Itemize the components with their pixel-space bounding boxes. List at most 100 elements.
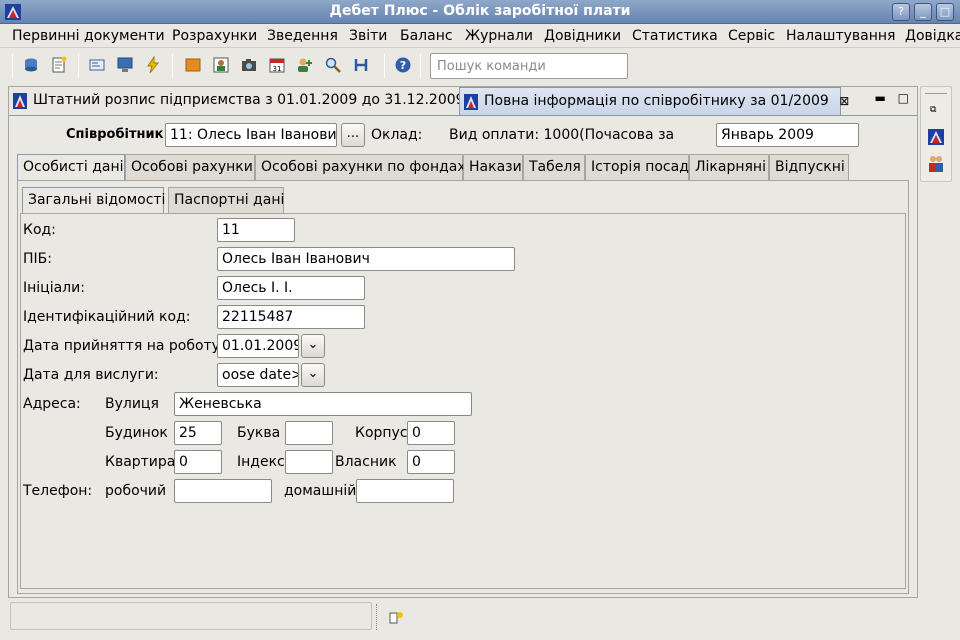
fast-view-icon[interactable] <box>388 610 404 626</box>
owner-field[interactable]: 0 <box>407 450 455 474</box>
street-field[interactable]: Женевська <box>174 392 472 416</box>
street-label: Вулиця <box>105 396 159 412</box>
service-date-dropdown[interactable]: ⌄ <box>301 363 325 387</box>
initials-label: Ініціали: <box>23 280 85 296</box>
editor-area: Штатний розпис підприємства з 01.01.2009… <box>8 86 918 598</box>
toolbar-separator <box>384 54 385 78</box>
tab-vacation[interactable]: Відпускні <box>769 154 849 180</box>
menu-journals[interactable]: Журнали <box>465 28 533 44</box>
toolbar: 31 ? <box>0 48 960 84</box>
service-date-field[interactable]: oose date> <box>217 363 299 387</box>
menu-primary-documents[interactable]: Первинні документи <box>12 28 165 44</box>
tab-employee-info-label: Повна інформація по співробітнику за 01/… <box>484 93 829 109</box>
home-phone-field[interactable] <box>356 479 454 503</box>
chevron-down-icon: ⌄ <box>307 366 319 381</box>
tab-orders[interactable]: Накази <box>463 154 523 180</box>
tax-id-field[interactable]: 22115487 <box>217 305 365 329</box>
status-separator <box>376 604 378 630</box>
menu-service[interactable]: Сервіс <box>728 28 775 44</box>
menu-statistics[interactable]: Статистика <box>632 28 718 44</box>
period-field[interactable]: Январь 2009 <box>716 123 859 147</box>
toolbar-separator <box>12 54 13 78</box>
calendar-icon[interactable]: 31 <box>268 56 286 74</box>
pay-type-text: Вид оплати: 1000(Почасова за <box>449 127 675 143</box>
code-field[interactable]: 11 <box>217 218 295 242</box>
work-phone-field[interactable] <box>174 479 272 503</box>
maximize-editor-icon[interactable]: □ <box>898 91 909 105</box>
building-label: Корпус <box>355 425 408 441</box>
restore-view-icon[interactable]: ⧉ <box>930 105 936 115</box>
browse-employee-button[interactable]: ... <box>341 123 365 147</box>
menu-balance[interactable]: Баланс <box>400 28 453 44</box>
menu-summaries[interactable]: Зведення <box>267 28 338 44</box>
svg-text:?: ? <box>400 59 406 72</box>
document-tab-icon <box>464 94 478 110</box>
window-title: Дебет Плюс - Облік заробітної плати <box>329 3 631 19</box>
orange-box-icon[interactable] <box>184 56 202 74</box>
menu-bar: Первинні документи Розрахунки Зведення З… <box>0 24 960 48</box>
employee-info-content: Співробітник 11: Олесь Іван Іванович ...… <box>9 115 917 597</box>
hire-date-field[interactable]: 01.01.2009 <box>217 334 299 358</box>
tab-passport-data[interactable]: Паспортні дані <box>168 187 284 213</box>
monitor-icon[interactable] <box>116 56 134 74</box>
people-view-icon[interactable] <box>928 155 944 173</box>
apartment-field[interactable]: 0 <box>174 450 222 474</box>
close-tab-icon[interactable]: ⊠ <box>839 94 849 108</box>
name-label: ПІБ: <box>23 251 52 267</box>
address-label: Адреса: <box>23 396 81 412</box>
search-icon[interactable] <box>324 56 342 74</box>
tab-general-info[interactable]: Загальні відомості <box>22 187 165 214</box>
house-label: Будинок <box>105 425 168 441</box>
tab-timesheet[interactable]: Табеля <box>523 154 585 180</box>
employee-field[interactable]: 11: Олесь Іван Іванович <box>165 123 337 147</box>
add-user-icon[interactable] <box>296 56 314 74</box>
tax-id-label: Ідентифікаційний код: <box>23 309 191 325</box>
menu-reports[interactable]: Звіти <box>349 28 387 44</box>
index-field[interactable] <box>285 450 333 474</box>
title-bar: Дебет Плюс - Облік заробітної плати ? _ … <box>0 0 960 24</box>
tab-fund-accounts[interactable]: Особові рахунки по фондах <box>255 154 466 180</box>
tab-position-history[interactable]: Історія посад <box>585 154 689 180</box>
tab-personal-data[interactable]: Особисті дані <box>17 154 125 181</box>
full-name-field[interactable]: Олесь Іван Іванович <box>217 247 515 271</box>
side-views-panel: ⧉ <box>920 86 952 182</box>
salary-label: Оклад: <box>371 127 423 143</box>
svg-text:31: 31 <box>273 65 282 73</box>
editor-view-controls: ▬ □ <box>874 91 909 105</box>
tab-personal-accounts[interactable]: Особові рахунки <box>125 154 255 180</box>
index-label: Індекс <box>237 454 285 470</box>
tab-sick-leave[interactable]: Лікарняні <box>689 154 769 180</box>
employee-label: Співробітник <box>66 127 164 142</box>
camera-icon[interactable] <box>240 56 258 74</box>
flash-icon[interactable] <box>144 55 162 74</box>
tab-staff-schedule[interactable]: Штатний розпис підприємства з 01.01.2009… <box>9 87 465 115</box>
owner-label: Власник <box>335 454 397 470</box>
tab-employee-info[interactable]: Повна інформація по співробітнику за 01/… <box>459 87 849 115</box>
menu-settings[interactable]: Налаштування <box>786 28 895 44</box>
chevron-down-icon: ⌄ <box>307 337 319 352</box>
maximize-button[interactable]: □ <box>936 3 954 21</box>
help-window-button[interactable]: ? <box>892 3 910 21</box>
menu-help[interactable]: Довідка <box>905 28 960 44</box>
building-field[interactable]: 0 <box>407 421 455 445</box>
code-label: Код: <box>23 222 56 238</box>
house-field[interactable]: 25 <box>174 421 222 445</box>
minimize-button[interactable]: _ <box>914 3 932 21</box>
status-bar <box>0 600 960 640</box>
toolbar-separator <box>78 54 79 78</box>
general-info-panel: Код: 11 ПІБ: Олесь Іван Іванович Ініціал… <box>20 213 906 589</box>
photo-icon[interactable] <box>212 56 230 74</box>
hire-date-dropdown[interactable]: ⌄ <box>301 334 325 358</box>
initials-field[interactable]: Олесь І. І. <box>217 276 365 300</box>
menu-calculations[interactable]: Розрахунки <box>172 28 257 44</box>
menu-directories[interactable]: Довідники <box>544 28 621 44</box>
command-search-input[interactable] <box>430 53 628 79</box>
tools-icon[interactable] <box>352 56 370 74</box>
app-view-icon[interactable] <box>928 129 944 145</box>
database-icon[interactable] <box>22 56 40 74</box>
new-document-icon[interactable] <box>50 56 68 74</box>
letter-field[interactable] <box>285 421 333 445</box>
card-icon[interactable] <box>88 56 106 74</box>
minimize-editor-icon[interactable]: ▬ <box>874 91 885 105</box>
help-icon[interactable]: ? <box>394 56 412 74</box>
